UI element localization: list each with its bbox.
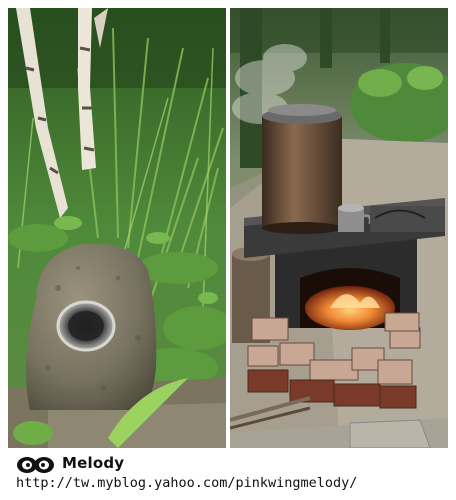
- watermark-brand: Melody: [62, 454, 125, 472]
- stone-chimney-scene: [8, 8, 226, 448]
- photo-collage: Melody http://tw.myblog.yahoo.com/pinkwi…: [0, 0, 456, 500]
- right-photo-outdoor-stove: [230, 8, 448, 448]
- left-photo-stone-chimney: [8, 8, 226, 448]
- watermark-url[interactable]: http://tw.myblog.yahoo.com/pinkwingmelod…: [16, 475, 357, 491]
- outdoor-stove-scene: [230, 8, 448, 448]
- bird-m-logo-icon: [16, 452, 56, 474]
- watermark-caption: Melody http://tw.myblog.yahoo.com/pinkwi…: [16, 452, 446, 496]
